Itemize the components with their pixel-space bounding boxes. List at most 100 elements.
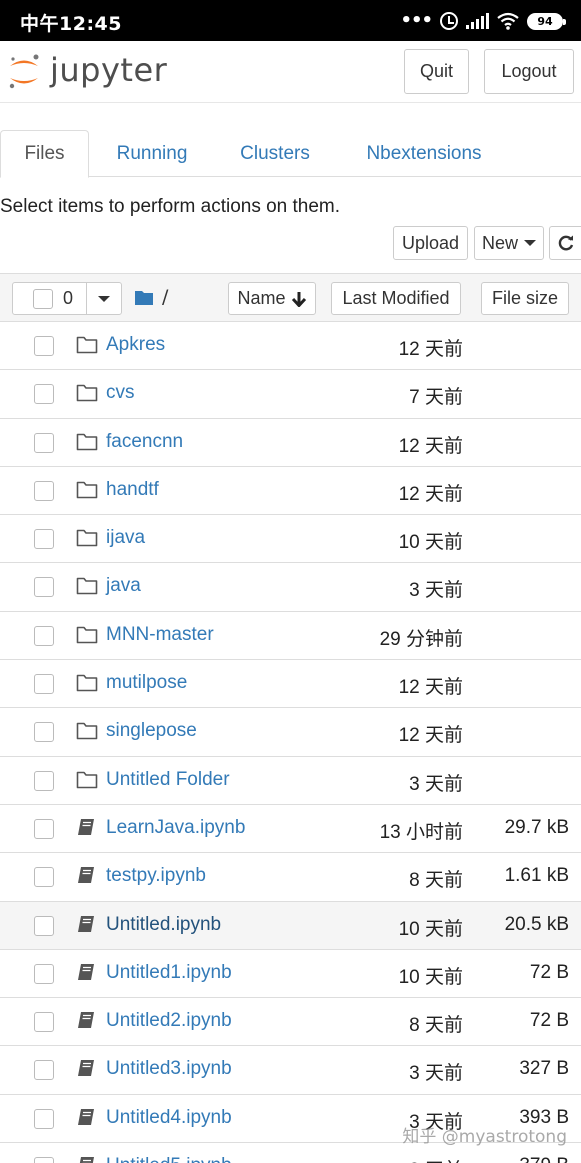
file-name-link[interactable]: Untitled4.ipynb: [106, 1107, 232, 1129]
upload-button[interactable]: Upload: [393, 226, 468, 260]
file-name-link[interactable]: Untitled3.ipynb: [106, 1058, 232, 1080]
refresh-button[interactable]: [549, 226, 581, 260]
row-checkbox[interactable]: [34, 432, 54, 453]
folder-icon: [76, 673, 98, 696]
file-row[interactable]: singlepose 12 天前: [0, 708, 581, 757]
new-dropdown-button[interactable]: New: [474, 226, 544, 260]
file-row[interactable]: cvs 7 天前: [0, 370, 581, 419]
tab-running[interactable]: Running: [100, 130, 204, 177]
row-checkbox[interactable]: [34, 915, 54, 936]
file-row[interactable]: Untitled Folder 3 天前: [0, 757, 581, 805]
row-checkbox[interactable]: [34, 577, 54, 598]
file-row[interactable]: facencnn 12 天前: [0, 419, 581, 467]
file-name-link[interactable]: facencnn: [106, 431, 183, 453]
file-row[interactable]: ijava 10 天前: [0, 515, 581, 564]
file-row[interactable]: Untitled1.ipynb 10 天前 72 B: [0, 950, 581, 999]
file-list: 0 / Name Last Modified File size Apkres 1…: [0, 273, 581, 1163]
file-name-link[interactable]: Untitled Folder: [106, 769, 230, 791]
select-all-group: 0: [12, 282, 122, 315]
row-checkbox[interactable]: [34, 1060, 54, 1081]
battery-icon: 94: [527, 12, 566, 30]
notebook-icon: [76, 963, 96, 986]
folder-icon: [76, 432, 98, 455]
row-checkbox[interactable]: [34, 336, 54, 356]
file-modified: 29 分钟前: [379, 628, 463, 650]
caret-down-icon: [524, 240, 536, 246]
row-checkbox[interactable]: [34, 1157, 54, 1163]
folder-icon: [76, 576, 98, 599]
status-bar: 中午12:45 ••• 94: [0, 0, 581, 41]
breadcrumb[interactable]: /: [134, 286, 168, 308]
row-checkbox[interactable]: [34, 480, 54, 501]
quit-button[interactable]: Quit: [404, 49, 469, 94]
tab-clusters[interactable]: Clusters: [224, 130, 326, 177]
file-name-link[interactable]: cvs: [106, 382, 135, 404]
select-menu-toggle[interactable]: [87, 283, 121, 314]
file-modified: 10 天前: [398, 532, 463, 554]
file-modified: 3 天前: [409, 773, 463, 795]
row-checkbox[interactable]: [34, 384, 54, 405]
file-row[interactable]: Untitled3.ipynb 3 天前 327 B: [0, 1046, 581, 1095]
folder-icon: [76, 480, 98, 503]
tab-nbextensions[interactable]: Nbextensions: [350, 130, 498, 177]
notebook-icon: [76, 1156, 96, 1163]
file-name-link[interactable]: mutilpose: [106, 672, 187, 694]
file-modified: 13 小时前: [379, 821, 463, 843]
jupyter-logo-icon: [9, 54, 39, 89]
notebook-icon: [76, 818, 96, 841]
file-row[interactable]: Apkres 12 天前: [0, 322, 581, 371]
file-name-link[interactable]: ijava: [106, 527, 145, 549]
file-row[interactable]: mutilpose 12 天前: [0, 660, 581, 709]
file-size: 20.5 kB: [504, 913, 569, 935]
file-name-link[interactable]: Untitled1.ipynb: [106, 962, 232, 984]
file-row[interactable]: LearnJava.ipynb 13 小时前 29.7 kB: [0, 805, 581, 854]
logout-button[interactable]: Logout: [484, 49, 574, 94]
row-checkbox[interactable]: [34, 1012, 54, 1033]
notebook-icon: [76, 1108, 96, 1131]
file-name-link[interactable]: java: [106, 575, 141, 597]
row-checkbox[interactable]: [34, 770, 54, 791]
notebook-icon: [76, 1059, 96, 1082]
row-checkbox[interactable]: [34, 625, 54, 646]
file-modified: 12 天前: [398, 725, 463, 747]
row-checkbox[interactable]: [34, 674, 54, 695]
file-row[interactable]: Untitled2.ipynb 8 天前 72 B: [0, 998, 581, 1047]
arrow-down-icon: [291, 291, 306, 307]
select-all-checkbox[interactable]: [33, 288, 53, 309]
file-size: 379 B: [519, 1155, 569, 1163]
file-modified: 12 天前: [398, 339, 463, 360]
new-label: New: [481, 232, 518, 253]
row-checkbox[interactable]: [34, 963, 54, 984]
row-checkbox[interactable]: [34, 818, 54, 839]
tab-files[interactable]: Files: [0, 130, 89, 178]
file-size: 327 B: [519, 1058, 569, 1080]
status-time: 中午12:45: [20, 13, 122, 35]
row-checkbox[interactable]: [34, 867, 54, 888]
file-modified: 10 天前: [398, 966, 463, 988]
row-checkbox[interactable]: [34, 529, 54, 550]
signal-icon: [466, 13, 489, 29]
file-name-link[interactable]: singlepose: [106, 720, 197, 742]
sort-file-size-button[interactable]: File size: [481, 282, 569, 315]
row-checkbox[interactable]: [34, 1108, 54, 1129]
file-row[interactable]: handtf 12 天前: [0, 467, 581, 516]
row-checkbox[interactable]: [34, 722, 54, 743]
file-name-link[interactable]: handtf: [106, 479, 159, 501]
file-name-link[interactable]: Untitled2.ipynb: [106, 1010, 232, 1032]
file-row[interactable]: Untitled.ipynb 10 天前 20.5 kB: [0, 901, 581, 950]
select-all-control[interactable]: 0: [13, 283, 87, 314]
file-name-link[interactable]: Apkres: [106, 334, 165, 356]
sort-last-modified-button[interactable]: Last Modified: [331, 282, 461, 315]
file-name-link[interactable]: testpy.ipynb: [106, 865, 206, 887]
file-name-link[interactable]: MNN-master: [106, 624, 214, 646]
file-name-link[interactable]: Untitled5.ipynb: [106, 1155, 232, 1163]
file-row[interactable]: MNN-master 29 分钟前: [0, 612, 581, 661]
file-name-link[interactable]: Untitled.ipynb: [106, 914, 221, 936]
jupyter-header: jupyter Quit Logout: [0, 41, 581, 103]
file-row[interactable]: java 3 天前: [0, 563, 581, 612]
notebook-icon: [76, 1011, 96, 1034]
jupyter-logo[interactable]: jupyter: [6, 50, 167, 94]
file-row[interactable]: testpy.ipynb 8 天前 1.61 kB: [0, 853, 581, 902]
file-name-link[interactable]: LearnJava.ipynb: [106, 817, 245, 839]
sort-name-button[interactable]: Name: [228, 282, 316, 315]
